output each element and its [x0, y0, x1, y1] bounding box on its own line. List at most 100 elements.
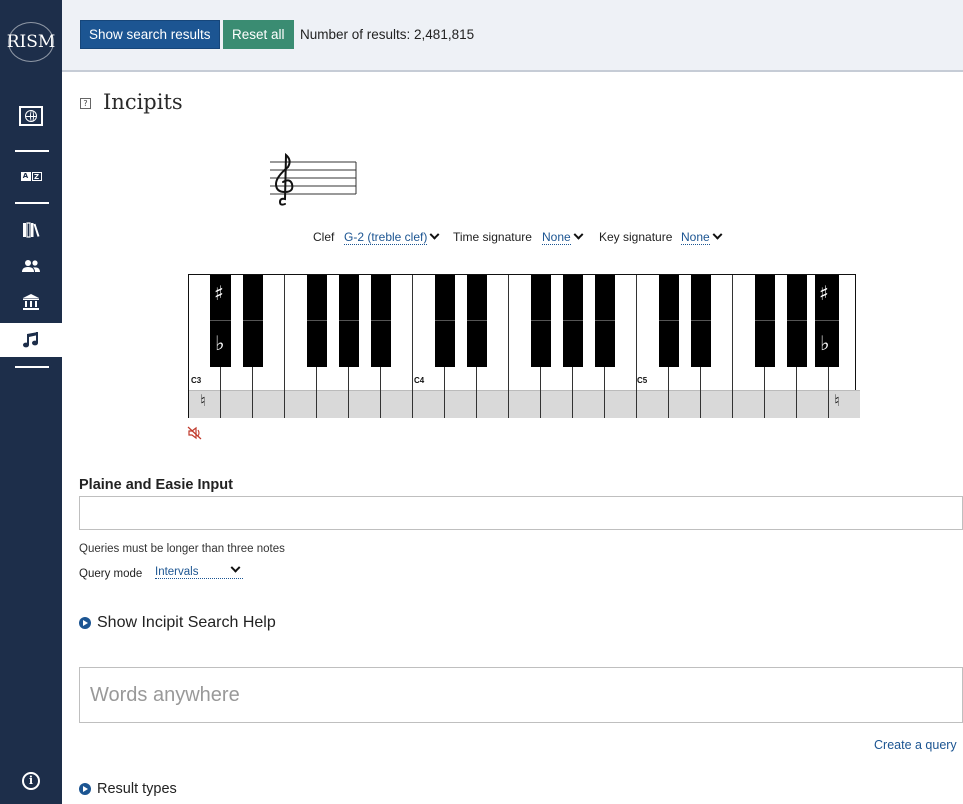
white-key-lower[interactable] — [573, 390, 604, 418]
octave-label: C4 — [414, 376, 425, 385]
pae-input-field[interactable] — [79, 496, 963, 530]
expand-arrow-icon — [79, 617, 91, 629]
result-types-toggle[interactable]: Result types — [79, 781, 177, 797]
key-signature-label: Key signature — [599, 230, 673, 244]
black-key[interactable] — [243, 275, 263, 367]
sidebar-item-people[interactable] — [0, 250, 62, 282]
accidental-key[interactable]: ♯ ♭ — [815, 275, 835, 367]
black-key[interactable] — [339, 275, 359, 367]
sidebar-divider — [15, 150, 49, 152]
white-key-lower[interactable] — [317, 390, 348, 418]
white-key-lower[interactable] — [285, 390, 316, 418]
white-key-lower[interactable] — [477, 390, 508, 418]
chevron-down-icon — [573, 229, 584, 240]
clef-label: Clef — [313, 230, 335, 244]
white-key-lower[interactable] — [765, 390, 796, 418]
accidental-key[interactable]: ♯ ♭ — [210, 275, 230, 367]
black-key[interactable] — [307, 275, 327, 367]
time-signature-select[interactable]: None — [542, 229, 584, 245]
black-key-divider — [659, 320, 679, 321]
books-icon — [23, 222, 40, 238]
rism-logo[interactable]: RISM — [6, 20, 56, 64]
create-query-link[interactable]: Create a query — [874, 738, 957, 752]
white-key-lower[interactable] — [381, 390, 412, 418]
black-key[interactable] — [435, 275, 455, 367]
natural-button[interactable]: ♮ — [200, 391, 206, 410]
black-key-divider — [691, 320, 711, 321]
sidebar-item-institutions[interactable] — [0, 286, 62, 318]
white-key-lower[interactable] — [413, 390, 444, 418]
black-key-divider — [531, 320, 551, 321]
time-signature-label: Time signature — [453, 230, 532, 244]
white-key-lower[interactable] — [605, 390, 636, 418]
black-key[interactable] — [691, 275, 711, 367]
flat-button[interactable]: ♭ — [215, 331, 224, 355]
chevron-down-icon — [712, 229, 723, 240]
black-key[interactable] — [467, 275, 487, 367]
white-key-lower[interactable] — [349, 390, 380, 418]
natural-button[interactable]: ♮ — [834, 391, 840, 410]
white-key-lower[interactable] — [701, 390, 732, 418]
accidental-key-divider — [815, 320, 835, 321]
chevron-down-icon — [429, 229, 440, 240]
info-icon[interactable]: i — [22, 772, 40, 790]
sharp-button[interactable]: ♯ — [214, 281, 224, 305]
black-key-divider — [339, 320, 359, 321]
sidebar-item-incipits[interactable] — [0, 323, 62, 357]
incipit-settings: Clef G-2 (treble clef) Time signature No… — [62, 229, 963, 250]
white-key-lower[interactable] — [221, 390, 252, 418]
black-key[interactable] — [531, 275, 551, 367]
black-key[interactable] — [595, 275, 615, 367]
reset-all-button[interactable]: Reset all — [223, 20, 294, 49]
white-key-lower[interactable] — [733, 390, 764, 418]
sidebar-divider — [15, 202, 49, 204]
az-icon: A Z — [20, 171, 42, 181]
show-search-results-button[interactable]: Show search results — [80, 20, 220, 49]
sidebar-divider — [15, 366, 49, 368]
octave-label: C3 — [191, 376, 202, 385]
flat-button[interactable]: ♭ — [820, 331, 829, 355]
black-key-divider — [563, 320, 583, 321]
words-anywhere-input[interactable]: Words anywhere — [79, 667, 963, 723]
music-note-icon — [23, 332, 38, 348]
black-key-divider — [435, 320, 455, 321]
black-key[interactable] — [659, 275, 679, 367]
white-key-lower[interactable] — [669, 390, 700, 418]
globe-icon — [19, 106, 43, 126]
help-icon[interactable]: ? — [80, 98, 91, 109]
black-key-divider — [243, 320, 263, 321]
people-icon — [22, 260, 40, 272]
sidebar-item-az[interactable]: A Z — [0, 160, 62, 192]
music-staff — [270, 152, 357, 206]
query-mode-select[interactable]: Intervals — [155, 562, 243, 579]
sharp-button[interactable]: ♯ — [819, 281, 829, 305]
black-key-divider — [467, 320, 487, 321]
main-content: ? Incipits Clef G-2 (treble clef) Time s… — [62, 74, 963, 804]
white-key-lower[interactable] — [797, 390, 828, 418]
pae-input-label: Plaine and Easie Input — [79, 477, 233, 493]
black-key-divider — [595, 320, 615, 321]
white-key-lower[interactable] — [509, 390, 540, 418]
sidebar: RISM A Z i — [0, 0, 62, 804]
black-key[interactable] — [563, 275, 583, 367]
white-key-lower[interactable] — [637, 390, 668, 418]
white-key-lower[interactable] — [445, 390, 476, 418]
show-incipit-help-toggle[interactable]: Show Incipit Search Help — [79, 614, 276, 632]
octave-label: C5 — [637, 376, 648, 385]
clef-select[interactable]: G-2 (treble clef) — [344, 229, 440, 245]
query-mode-label: Query mode — [79, 568, 143, 580]
sidebar-item-sources[interactable] — [0, 214, 62, 246]
white-key-lower[interactable] — [541, 390, 572, 418]
black-key-divider — [307, 320, 327, 321]
black-key[interactable] — [371, 275, 391, 367]
black-key[interactable] — [755, 275, 775, 367]
piano-keyboard: ♯ ♭ ♯ ♭ ♮ ♮ C3 C4 C5 — [188, 274, 860, 418]
logo-arc — [8, 22, 54, 62]
black-key-divider — [371, 320, 391, 321]
accidental-key-divider — [210, 320, 230, 321]
sidebar-item-globe[interactable] — [0, 100, 62, 132]
mute-icon[interactable] — [187, 426, 203, 440]
white-key-lower[interactable] — [253, 390, 284, 418]
key-signature-select[interactable]: None — [681, 229, 723, 245]
black-key[interactable] — [787, 275, 807, 367]
